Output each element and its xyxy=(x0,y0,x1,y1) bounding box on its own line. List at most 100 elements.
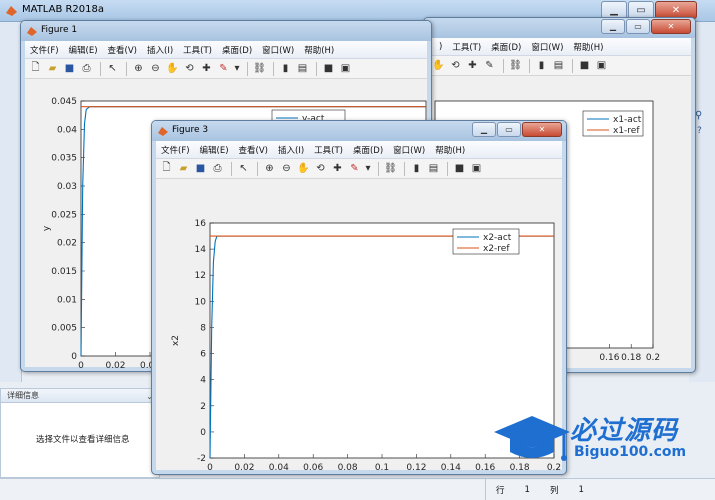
menu-file[interactable]: 文件(F) xyxy=(156,144,195,156)
toolbar-separator xyxy=(100,61,101,76)
data-cursor-icon[interactable]: ✚ xyxy=(199,61,214,76)
maximize-button[interactable]: ▭ xyxy=(626,19,650,34)
new-figure-icon[interactable]: 🗋 xyxy=(28,61,43,76)
legend-icon[interactable]: ▤ xyxy=(426,161,441,176)
x-tick-label: 0 xyxy=(207,463,213,473)
menu-window[interactable]: 窗口(W) xyxy=(257,44,299,56)
details-message: 选择文件以查看详细信息 xyxy=(36,435,130,445)
zoom-out-icon[interactable]: ⊖ xyxy=(279,161,294,176)
pan-icon[interactable]: ✋ xyxy=(165,61,180,76)
menu-help[interactable]: 帮助(H) xyxy=(568,41,608,53)
link-icon[interactable]: ⛓ xyxy=(383,161,398,176)
close-button[interactable]: ✕ xyxy=(651,19,691,34)
brush-icon[interactable]: ✎ xyxy=(347,161,362,176)
brush-icon[interactable]: ✎ xyxy=(482,58,497,73)
y-tick-label: 0.005 xyxy=(51,324,77,334)
menu-view[interactable]: 查看(V) xyxy=(103,44,142,56)
watermark-title: 必过源码 xyxy=(570,416,679,446)
minimize-button[interactable]: ▁ xyxy=(601,19,625,34)
figure-3-titlebar[interactable]: Figure 3 ▁ ▭ ✕ xyxy=(152,121,566,141)
y-axis-label: y xyxy=(42,225,52,231)
colorbar-icon[interactable]: ▮ xyxy=(278,61,293,76)
edit-plot-icon[interactable]: ↖ xyxy=(105,61,120,76)
menu-desktop[interactable]: 桌面(D) xyxy=(217,44,257,56)
edit-plot-icon[interactable]: ↖ xyxy=(236,161,251,176)
print-icon[interactable]: ⎙ xyxy=(210,161,225,176)
menu-window[interactable]: 窗口(W) xyxy=(388,144,430,156)
colorbar-icon[interactable]: ▮ xyxy=(534,58,549,73)
hide-tools-icon[interactable]: ■ xyxy=(577,58,592,73)
save-icon[interactable]: ■ xyxy=(193,161,208,176)
colorbar-icon[interactable]: ▮ xyxy=(409,161,424,176)
hide-tools-icon[interactable]: ■ xyxy=(321,61,336,76)
menu-help-overflow[interactable]: ) xyxy=(434,42,447,52)
hide-tools-icon[interactable]: ■ xyxy=(452,161,467,176)
help-icon[interactable]: ? xyxy=(697,126,702,136)
show-tools-icon[interactable]: ▣ xyxy=(338,61,353,76)
legend-icon[interactable]: ▤ xyxy=(551,58,566,73)
toolbar-separator xyxy=(503,58,504,73)
chevron-down-icon[interactable]: ▾ xyxy=(364,161,372,176)
toolbar-separator xyxy=(447,161,448,176)
close-button[interactable]: ✕ xyxy=(522,122,562,137)
figure-2-toolbar: ✋ ⟲ ✚ ✎ ⛓ ▮ ▤ ■ ▣ xyxy=(428,56,691,76)
legend-icon[interactable]: ▤ xyxy=(295,61,310,76)
matlab-logo-icon xyxy=(27,27,37,36)
menu-tools[interactable]: 工具(T) xyxy=(309,144,348,156)
x-tick-label: 0.02 xyxy=(105,361,125,371)
pan-icon[interactable]: ✋ xyxy=(431,58,446,73)
figure-1-title: Figure 1 xyxy=(41,25,78,35)
menu-help[interactable]: 帮助(H) xyxy=(299,44,339,56)
open-file-icon[interactable]: ▰ xyxy=(176,161,191,176)
menu-help[interactable]: 帮助(H) xyxy=(430,144,470,156)
figure-1-toolbar: 🗋 ▰ ■ ⎙ ↖ ⊕ ⊖ ✋ ⟲ ✚ ✎ ▾ ⛓ ▮ ▤ ■ ▣ xyxy=(25,59,427,79)
menu-insert[interactable]: 插入(I) xyxy=(142,44,178,56)
maximize-button[interactable]: ▭ xyxy=(497,122,521,137)
zoom-out-icon[interactable]: ⊖ xyxy=(148,61,163,76)
cursor-position: 行 1 列 1 xyxy=(485,479,594,500)
y-tick-label: 0.015 xyxy=(51,267,77,277)
figure-1-titlebar[interactable]: Figure 1 xyxy=(21,21,431,41)
legend-label: x1-ref xyxy=(613,126,640,136)
menu-view[interactable]: 查看(V) xyxy=(234,144,273,156)
link-icon[interactable]: ⛓ xyxy=(252,61,267,76)
y-tick-label: 4 xyxy=(200,376,206,386)
y-tick-label: 12 xyxy=(195,271,206,281)
menu-file[interactable]: 文件(F) xyxy=(25,44,64,56)
rotate-icon[interactable]: ⟲ xyxy=(448,58,463,73)
rotate-icon[interactable]: ⟲ xyxy=(313,161,328,176)
figure-2-titlebar[interactable]: ▁ ▭ ✕ xyxy=(424,18,695,38)
menu-window[interactable]: 窗口(W) xyxy=(526,41,568,53)
menu-edit[interactable]: 编辑(E) xyxy=(195,144,234,156)
show-tools-icon[interactable]: ▣ xyxy=(594,58,609,73)
menu-edit[interactable]: 编辑(E) xyxy=(64,44,103,56)
print-icon[interactable]: ⎙ xyxy=(79,61,94,76)
toolbar-separator xyxy=(572,58,573,73)
search-icon[interactable]: ⚲ xyxy=(695,110,702,121)
details-header: 详细信息 ⌄ xyxy=(1,389,159,403)
menu-tools[interactable]: 工具(T) xyxy=(447,41,486,53)
zoom-in-icon[interactable]: ⊕ xyxy=(131,61,146,76)
menu-tools[interactable]: 工具(T) xyxy=(178,44,217,56)
brush-icon[interactable]: ✎ xyxy=(216,61,231,76)
chevron-down-icon[interactable]: ▾ xyxy=(233,61,241,76)
minimize-button[interactable]: ▁ xyxy=(472,122,496,137)
watermark-logo: 必过源码 Biguo100.com xyxy=(492,408,697,466)
data-cursor-icon[interactable]: ✚ xyxy=(465,58,480,73)
menu-insert[interactable]: 插入(I) xyxy=(273,144,309,156)
rotate-icon[interactable]: ⟲ xyxy=(182,61,197,76)
show-tools-icon[interactable]: ▣ xyxy=(469,161,484,176)
x-tick-label: 0.06 xyxy=(303,463,323,473)
menu-desktop[interactable]: 桌面(D) xyxy=(486,41,526,53)
link-icon[interactable]: ⛓ xyxy=(508,58,523,73)
save-icon[interactable]: ■ xyxy=(62,61,77,76)
y-tick-label: 0.035 xyxy=(51,154,77,164)
menu-desktop[interactable]: 桌面(D) xyxy=(348,144,388,156)
watermark-url: Biguo100.com xyxy=(574,444,687,460)
legend-label: x2-act xyxy=(483,233,512,243)
open-file-icon[interactable]: ▰ xyxy=(45,61,60,76)
new-figure-icon[interactable]: 🗋 xyxy=(159,161,174,176)
zoom-in-icon[interactable]: ⊕ xyxy=(262,161,277,176)
pan-icon[interactable]: ✋ xyxy=(296,161,311,176)
data-cursor-icon[interactable]: ✚ xyxy=(330,161,345,176)
